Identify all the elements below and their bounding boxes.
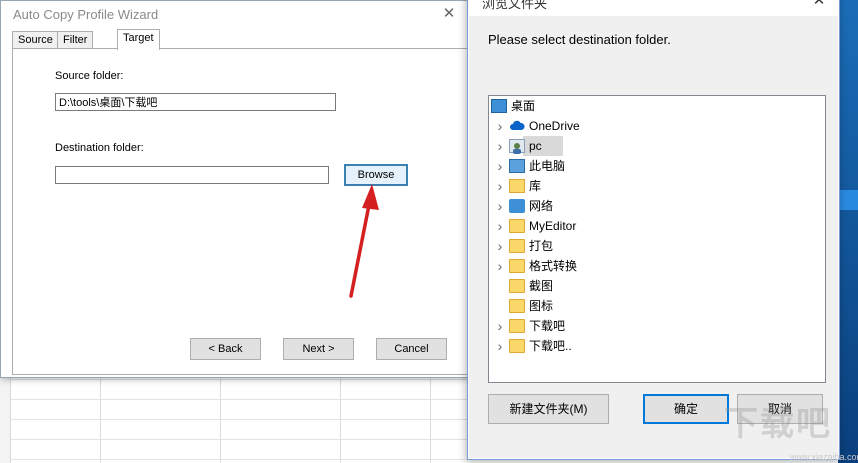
tree-item[interactable]: › 此电脑 <box>489 156 825 176</box>
tree-item[interactable]: › 库 <box>489 176 825 196</box>
chevron-right-icon[interactable]: › <box>495 176 505 196</box>
new-folder-button[interactable]: 新建文件夹(M) <box>488 394 609 424</box>
tree-item[interactable]: 桌面 <box>489 96 825 116</box>
wizard-titlebar[interactable]: Auto Copy Profile Wizard ✕ <box>1 1 467 28</box>
tree-item-label: 下载吧.. <box>529 339 572 353</box>
ok-button[interactable]: 确定 <box>643 394 729 424</box>
tree-item-label: MyEditor <box>529 219 577 233</box>
library-icon <box>509 179 525 193</box>
source-folder-label: Source folder: <box>55 70 124 82</box>
watermark-url: www.xiazaiba.com <box>790 452 858 462</box>
tree-item[interactable]: 截图 <box>489 276 825 296</box>
chevron-right-icon[interactable]: › <box>495 316 505 336</box>
chevron-right-icon[interactable]: › <box>495 116 505 136</box>
sheet-column-line <box>340 370 341 463</box>
chevron-right-icon[interactable]: › <box>495 156 505 176</box>
folder-icon <box>509 339 525 353</box>
folder-icon <box>509 259 525 273</box>
destination-folder-label: Destination folder: <box>55 142 144 154</box>
chevron-right-icon[interactable]: › <box>495 236 505 256</box>
tree-item[interactable]: › 网络 <box>489 196 825 216</box>
tab-target[interactable]: Target <box>117 29 160 50</box>
next-button[interactable]: Next > <box>283 338 354 360</box>
sheet-column-line <box>100 370 101 463</box>
folder-icon <box>509 299 525 313</box>
tab-filter-files[interactable]: Filter Files <box>57 31 94 63</box>
source-folder-input[interactable] <box>55 93 336 111</box>
wizard-title: Auto Copy Profile Wizard <box>13 7 159 22</box>
tab-source[interactable]: Source <box>12 31 59 49</box>
tree-item-label: 库 <box>529 179 542 193</box>
close-icon[interactable]: ✕ <box>437 4 461 24</box>
folder-icon <box>509 319 525 333</box>
chevron-right-icon[interactable]: › <box>495 136 505 156</box>
folder-icon <box>509 279 525 293</box>
folder-icon <box>509 239 525 253</box>
desktop-icon <box>491 99 507 113</box>
desktop-edge <box>838 0 858 463</box>
tree-item-label: 网络 <box>529 199 554 213</box>
tree-item[interactable]: › 打包 <box>489 236 825 256</box>
dialog-body: Please select destination folder. 桌面 › One… <box>469 16 838 458</box>
back-button[interactable]: < Back <box>190 338 261 360</box>
network-icon <box>509 199 525 213</box>
auto-copy-profile-wizard: Auto Copy Profile Wizard ✕ Source Filter… <box>0 0 468 378</box>
tree-item[interactable]: › 下载吧.. <box>489 336 825 356</box>
tree-item-label: 截图 <box>529 279 554 293</box>
sheet-column-line <box>220 370 221 463</box>
tree-item-label: 格式转换 <box>529 259 578 273</box>
tree-item-label: 打包 <box>529 239 554 253</box>
tree-item[interactable]: › pc <box>489 136 825 156</box>
tree-item-label: OneDrive <box>529 119 580 133</box>
chevron-right-icon[interactable]: › <box>495 336 505 356</box>
tree-item[interactable]: › OneDrive <box>489 116 825 136</box>
tree-item-label: 此电脑 <box>529 159 566 173</box>
tree-item[interactable]: › 格式转换 <box>489 256 825 276</box>
tree-item-label: pc <box>529 139 542 153</box>
close-icon[interactable]: ✕ <box>805 0 833 9</box>
computer-icon <box>509 159 525 173</box>
chevron-right-icon[interactable]: › <box>495 196 505 216</box>
chevron-right-icon[interactable]: › <box>495 216 505 236</box>
browse-folder-dialog: 浏览文件夹 ✕ Please select destination folder… <box>467 0 840 460</box>
cloud-icon <box>509 119 525 133</box>
folder-tree[interactable]: 桌面 › OneDrive › pc › 此电脑 › 库 › 网络 › MyEditor › 打包 › 格式转换… <box>488 95 826 383</box>
tree-item[interactable]: › MyEditor <box>489 216 825 236</box>
tree-item[interactable]: › 下载吧 <box>489 316 825 336</box>
target-tab-panel: Source folder: Destination folder: Brows… <box>12 48 468 375</box>
destination-folder-input[interactable] <box>55 166 329 184</box>
dialog-title: 浏览文件夹 <box>482 0 548 11</box>
user-icon <box>509 139 525 154</box>
browse-button[interactable]: Browse <box>344 164 408 186</box>
cancel-button[interactable]: Cancel <box>376 338 447 360</box>
desktop-edge-highlight <box>838 190 858 210</box>
watermark-logo: 下载吧 <box>724 405 832 443</box>
chevron-right-icon[interactable]: › <box>495 256 505 276</box>
folder-icon <box>509 219 525 233</box>
dialog-prompt: Please select destination folder. <box>488 32 671 47</box>
tree-item-label: 下载吧 <box>529 319 566 333</box>
tree-item-label: 图标 <box>529 299 554 313</box>
tree-item[interactable]: 图标 <box>489 296 825 316</box>
sheet-column-line <box>430 370 431 463</box>
tree-item-label: 桌面 <box>511 99 536 113</box>
